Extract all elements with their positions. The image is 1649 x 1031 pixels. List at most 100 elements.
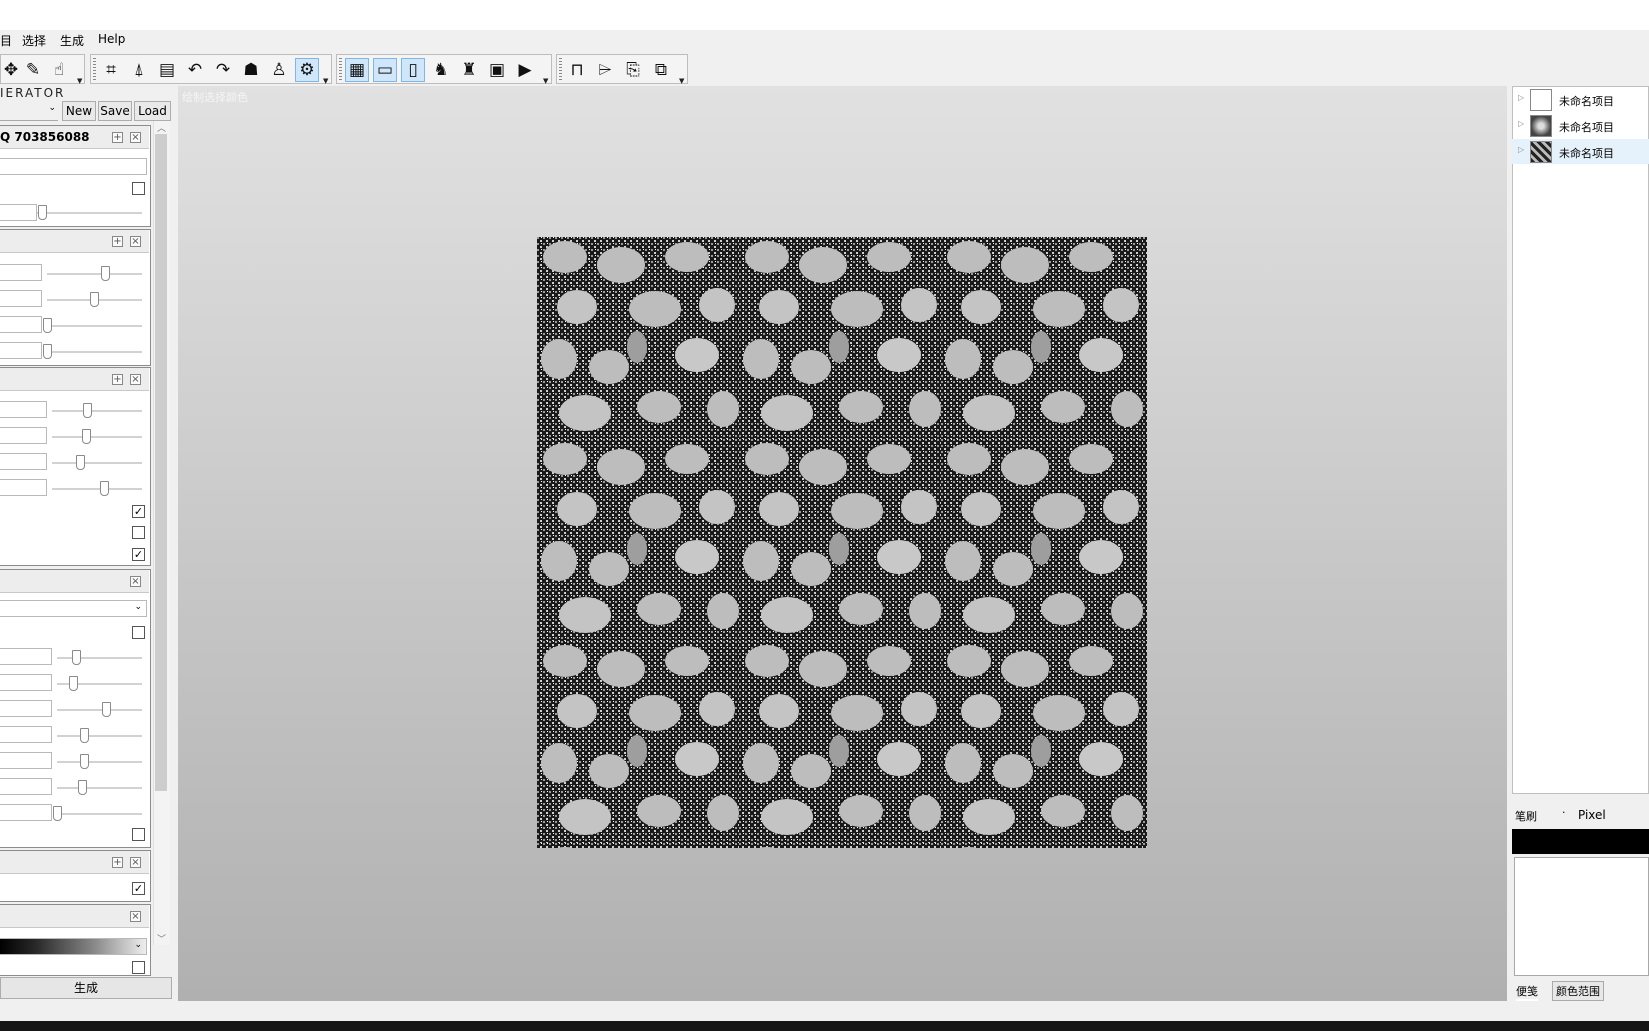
scrollbar-thumb[interactable] bbox=[155, 134, 167, 791]
close-icon[interactable]: × bbox=[130, 857, 141, 868]
checkbox[interactable] bbox=[132, 828, 145, 841]
close-icon[interactable]: × bbox=[130, 236, 141, 247]
rotate-right-icon[interactable]: ↷ bbox=[211, 58, 235, 82]
slider-thumb[interactable] bbox=[90, 292, 99, 307]
scroll-up-icon[interactable]: ︿ bbox=[157, 121, 166, 134]
export-all-icon[interactable]: ⧉ bbox=[649, 58, 673, 82]
expand-icon[interactable]: ▷ bbox=[1518, 145, 1524, 154]
value-field[interactable] bbox=[0, 726, 52, 743]
expand-icon[interactable]: ▷ bbox=[1518, 119, 1524, 128]
value-field[interactable] bbox=[0, 264, 42, 281]
tab-notes[interactable]: 便笺 bbox=[1516, 983, 1538, 1001]
close-icon[interactable]: × bbox=[130, 911, 141, 922]
hand-tool-icon[interactable]: ☝ bbox=[47, 58, 71, 82]
flip-icon[interactable]: ⍋ bbox=[127, 58, 151, 82]
run-icon[interactable]: ♞ bbox=[429, 58, 453, 82]
value-field[interactable] bbox=[0, 204, 37, 221]
value-field[interactable] bbox=[0, 648, 52, 665]
walk-icon[interactable]: ♜ bbox=[457, 58, 481, 82]
grid-icon[interactable]: ▦ bbox=[345, 58, 369, 82]
value-field[interactable] bbox=[0, 674, 52, 691]
toolbar-grip[interactable] bbox=[93, 58, 96, 82]
color-palette-select[interactable]: ⌄ bbox=[0, 938, 147, 955]
close-icon[interactable]: × bbox=[130, 374, 141, 385]
dropdown-field[interactable]: ⌄ bbox=[0, 600, 147, 617]
value-field[interactable] bbox=[0, 342, 42, 359]
brush-tool-icon[interactable]: ✎ bbox=[21, 58, 45, 82]
add-icon[interactable]: + bbox=[112, 132, 123, 143]
checkbox[interactable]: ✓ bbox=[132, 505, 145, 518]
add-icon[interactable]: + bbox=[112, 857, 123, 868]
save-button[interactable]: Save bbox=[98, 101, 132, 121]
value-field[interactable] bbox=[0, 778, 52, 795]
checkbox[interactable] bbox=[132, 626, 145, 639]
layer-item-selected[interactable]: ▷ 未命名项目 bbox=[1512, 139, 1649, 164]
slider-thumb[interactable] bbox=[53, 806, 62, 821]
close-icon[interactable]: × bbox=[130, 576, 141, 587]
slider-thumb[interactable] bbox=[80, 728, 89, 743]
chevron-down-icon[interactable]: ▼ bbox=[543, 77, 548, 85]
checkbox[interactable] bbox=[132, 961, 145, 974]
tag-icon[interactable]: ⌲ bbox=[593, 58, 617, 82]
value-field[interactable] bbox=[0, 401, 47, 418]
slider-thumb[interactable] bbox=[100, 481, 109, 496]
value-field[interactable] bbox=[0, 752, 52, 769]
play-icon[interactable]: ▶ bbox=[513, 58, 537, 82]
crop-icon[interactable]: ⌗ bbox=[99, 58, 123, 82]
frame-vertical-icon[interactable]: ▯ bbox=[401, 58, 425, 82]
close-icon[interactable]: × bbox=[130, 132, 141, 143]
group-icon[interactable]: ☗ bbox=[239, 58, 263, 82]
layer-item[interactable]: ▷ 未命名项目 bbox=[1512, 87, 1649, 112]
slider-thumb[interactable] bbox=[78, 780, 87, 795]
export-icon[interactable]: ⎘ bbox=[621, 58, 645, 82]
generated-texture-image[interactable] bbox=[537, 237, 1147, 848]
checkbox[interactable] bbox=[132, 182, 145, 195]
stamp-icon[interactable]: ⊓ bbox=[565, 58, 589, 82]
slider-thumb[interactable] bbox=[83, 403, 92, 418]
chevron-down-icon[interactable]: ▼ bbox=[77, 77, 82, 85]
chevron-down-icon[interactable]: ▼ bbox=[323, 77, 328, 85]
move-tool-icon[interactable]: ✥ bbox=[0, 58, 23, 82]
preset-select[interactable]: ⌄ bbox=[0, 102, 58, 121]
scroll-down-icon[interactable]: ﹀ bbox=[157, 932, 166, 945]
menu-item-view[interactable]: 目 bbox=[0, 32, 12, 49]
toolbar-grip[interactable] bbox=[559, 58, 562, 82]
value-field[interactable] bbox=[0, 290, 42, 307]
value-field[interactable] bbox=[0, 700, 52, 717]
slider-thumb[interactable] bbox=[43, 318, 52, 333]
new-button[interactable]: New bbox=[62, 101, 96, 121]
checkbox[interactable] bbox=[132, 526, 145, 539]
add-icon[interactable]: + bbox=[112, 236, 123, 247]
slider-thumb[interactable] bbox=[82, 429, 91, 444]
menu-item-help[interactable]: Help bbox=[98, 32, 125, 46]
generate-button[interactable]: 生成 bbox=[0, 977, 172, 999]
person-icon[interactable]: ♙ bbox=[267, 58, 291, 82]
brush-select[interactable]: Pixel bbox=[1578, 808, 1606, 822]
slider-thumb[interactable] bbox=[38, 205, 47, 220]
slider-thumb[interactable] bbox=[72, 650, 81, 665]
value-field[interactable] bbox=[0, 479, 47, 496]
chevron-down-icon[interactable]: ▼ bbox=[679, 77, 684, 85]
tab-color-range[interactable]: 颜色范围 bbox=[1552, 981, 1604, 1001]
slider-thumb[interactable] bbox=[102, 702, 111, 717]
current-color-swatch[interactable] bbox=[1512, 829, 1649, 854]
slider-thumb[interactable] bbox=[101, 266, 110, 281]
value-field[interactable] bbox=[0, 453, 47, 470]
toolbar-grip[interactable] bbox=[339, 58, 342, 82]
notes-textarea[interactable] bbox=[1514, 857, 1649, 976]
gradient-icon[interactable]: ▤ bbox=[155, 58, 179, 82]
rotate-left-icon[interactable]: ↶ bbox=[183, 58, 207, 82]
slider-thumb[interactable] bbox=[80, 754, 89, 769]
gear-icon[interactable]: ⚙ bbox=[295, 58, 319, 82]
slider-thumb[interactable] bbox=[43, 344, 52, 359]
slider-thumb[interactable] bbox=[76, 455, 85, 470]
film-icon[interactable]: ▣ bbox=[485, 58, 509, 82]
checkbox[interactable]: ✓ bbox=[132, 882, 145, 895]
menu-item-generate[interactable]: 生成 bbox=[60, 32, 84, 49]
expand-icon[interactable]: ▷ bbox=[1518, 93, 1524, 102]
load-button[interactable]: Load bbox=[134, 101, 171, 121]
text-field[interactable] bbox=[0, 158, 147, 175]
value-field[interactable] bbox=[0, 427, 47, 444]
frame-icon[interactable]: ▭ bbox=[373, 58, 397, 82]
add-icon[interactable]: + bbox=[112, 374, 123, 385]
